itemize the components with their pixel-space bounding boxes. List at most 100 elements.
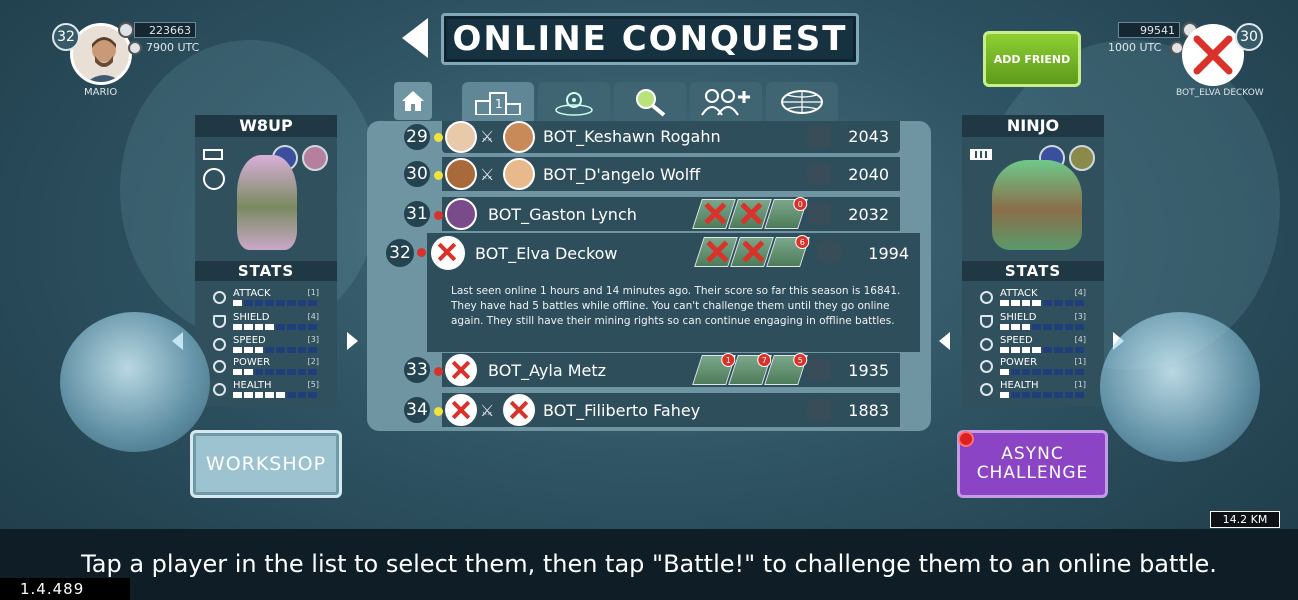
add-friend-button[interactable]: ADD FRIEND (983, 31, 1081, 87)
tab-global[interactable] (766, 82, 838, 122)
player-name: BOT_Elva Deckow (475, 244, 618, 263)
crystal-icon (807, 203, 831, 225)
player-score: 1994 (868, 244, 909, 263)
rank-badge: 30 (402, 159, 432, 189)
radar-icon (555, 92, 593, 116)
shield-icon (213, 315, 226, 328)
crossed-swords-icon: ⚔ (480, 401, 495, 420)
stat-power: POWER [2] (195, 357, 337, 379)
status-dot (434, 133, 443, 142)
player-score: 223663 (134, 22, 196, 38)
player-score: 1935 (848, 361, 889, 380)
stat-health: HEALTH [5] (195, 380, 337, 402)
unit-name: NINJO (962, 115, 1104, 137)
stat-bar (233, 369, 317, 375)
prev-unit-arrow[interactable] (939, 332, 950, 350)
player-score: 2043 (848, 127, 889, 146)
lost-battle-icon (742, 241, 762, 261)
globe-icon (781, 90, 823, 114)
health-cross-icon (980, 383, 993, 396)
player-details-text: Last seen online 1 hours and 14 minutes … (427, 272, 920, 352)
player-level-badge: 32 (52, 23, 80, 51)
tab-search[interactable] (614, 82, 686, 122)
rank-badge: 29 (402, 122, 432, 152)
player-avatar (445, 198, 477, 230)
player-name: BOT_Gaston Lynch (488, 205, 637, 224)
earth-ability-icon (1069, 145, 1095, 171)
unit-name: W8UP (195, 115, 337, 137)
crystal-icon (817, 241, 841, 263)
opponent-level-badge: 30 (1235, 23, 1263, 51)
player-avatar (445, 158, 477, 190)
home-icon (402, 91, 424, 111)
tab-friends[interactable] (690, 82, 762, 122)
lost-battle-icon (704, 203, 724, 223)
rank-badge: 32 (384, 237, 416, 269)
distance-readout: 14.2 KM (1210, 511, 1280, 528)
crystal-icon (807, 399, 831, 421)
crossed-swords-icon: ⚔ (480, 127, 495, 146)
status-dot (417, 248, 426, 257)
async-challenge-button[interactable]: ASYNC CHALLENGE (957, 430, 1108, 498)
notification-dot (958, 431, 974, 447)
rank-badge: 33 (402, 355, 432, 385)
offline-battles: 0 (692, 197, 808, 229)
stats-header: STATS (962, 261, 1104, 281)
workshop-button[interactable]: WORKSHOP (190, 430, 342, 498)
lightning-icon (213, 360, 226, 373)
eliminated-avatar (431, 236, 465, 270)
player-name: BOT_Keshawn Rogahn (543, 127, 721, 146)
health-cross-icon (213, 383, 226, 396)
stat-shield: SHIELD [4] (195, 312, 337, 334)
battle-count-badge: 5 (793, 353, 808, 367)
opponent-name: BOT_ELVA DECKOW (1176, 88, 1264, 98)
version-label: 1.4.489 (0, 578, 130, 600)
player-name: BOT_D'angelo Wolff (543, 165, 701, 184)
podium-icon: 1 (475, 92, 521, 115)
eliminated-avatar (445, 354, 477, 386)
stats-header: STATS (195, 261, 337, 281)
player-avatar (503, 158, 535, 190)
stat-health: HEALTH [1] (962, 380, 1104, 402)
status-dot (434, 407, 443, 416)
stat-bar (1000, 324, 1084, 330)
player-name: BOT_Filiberto Fahey (543, 401, 701, 420)
crystal-icon (807, 359, 831, 381)
player-avatar (445, 121, 477, 153)
battle-count-badge: 6 (795, 235, 810, 249)
rank-badge: 31 (402, 199, 432, 229)
unit-figure (992, 160, 1082, 250)
lost-battle-icon (740, 203, 760, 223)
offline-battles: 1 7 5 (692, 353, 808, 385)
lost-battle-icon (706, 241, 726, 261)
tab-leaderboard[interactable]: 1 (462, 82, 534, 122)
crystal-icon (807, 163, 831, 185)
rank-badge: 34 (402, 395, 432, 425)
crosshair-icon (980, 291, 993, 304)
speedometer-icon (980, 338, 993, 351)
coin-icon (128, 41, 142, 55)
home-button[interactable] (394, 82, 432, 120)
right-unit-panel: NINJO STATS ATTACK [4] SHIELD [3] SPEED [4]… (962, 115, 1104, 407)
battle-count-badge: 0 (793, 197, 808, 211)
eliminated-avatar (445, 394, 477, 426)
refresh-icon (203, 168, 225, 190)
tab-nearby[interactable] (538, 82, 610, 122)
stat-shield: SHIELD [3] (962, 312, 1104, 334)
back-arrow-icon[interactable] (402, 18, 428, 58)
battery-icon (203, 149, 223, 160)
battle-count-badge: 1 (721, 353, 736, 367)
search-icon (636, 89, 666, 117)
stat-bar (1000, 392, 1084, 398)
stat-power: POWER [1] (962, 357, 1104, 379)
next-unit-arrow[interactable] (347, 332, 358, 350)
opponent-score: 99541 (1118, 22, 1180, 38)
player-name: BOT_Ayla Metz (488, 361, 607, 380)
crystal-icon (807, 126, 831, 148)
stat-bar (233, 324, 317, 330)
stat-attack: ATTACK [4] (962, 288, 1104, 310)
stat-bar (233, 347, 317, 353)
add-group-icon (701, 89, 750, 116)
hint-text: Tap a player in the list to select them,… (81, 550, 1217, 578)
player-name: MARIO (84, 87, 118, 98)
